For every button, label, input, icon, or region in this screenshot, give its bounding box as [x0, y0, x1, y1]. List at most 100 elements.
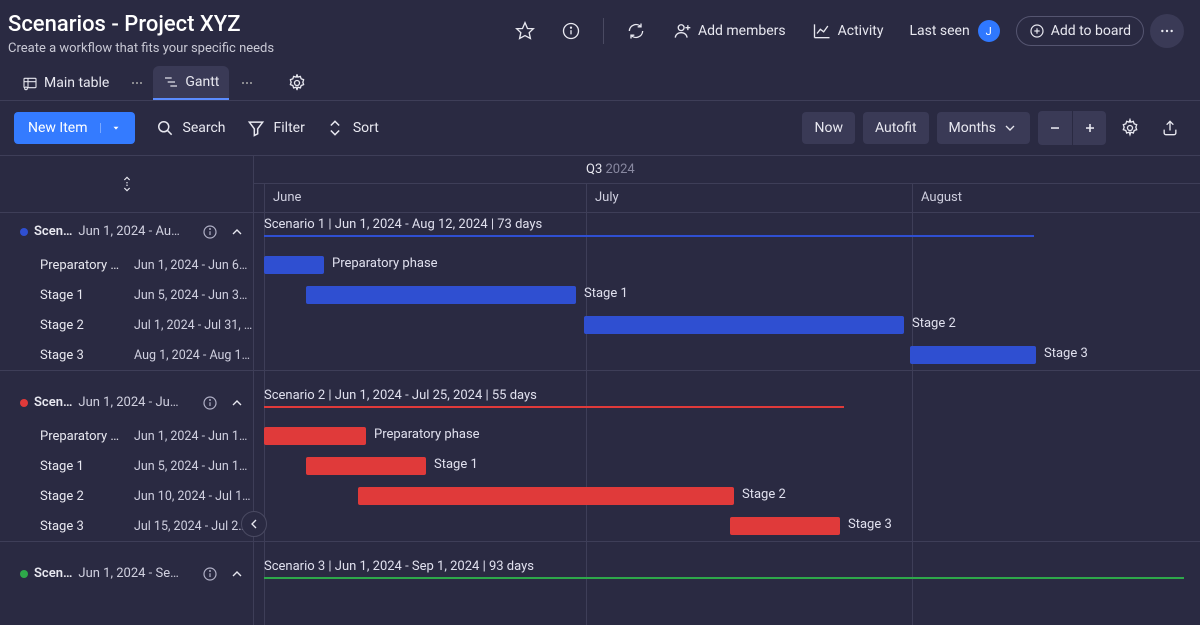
last-seen[interactable]: Last seen J — [899, 14, 1009, 48]
group-name: Scen… — [34, 566, 72, 581]
toolbar: New Item Search Filter Sort Now Autofit … — [0, 101, 1200, 155]
refresh-button[interactable] — [616, 15, 656, 47]
search-icon — [155, 118, 175, 138]
tab-gantt-menu[interactable] — [235, 71, 259, 95]
task-row[interactable]: Stage 2 Jun 10, 2024 - Jul 15, 2024 — [0, 481, 253, 511]
table-icon — [22, 75, 38, 91]
group-header[interactable]: Scen… Jun 1, 2024 - Ju… — [0, 384, 253, 421]
header-left: Scenarios - Project XYZ Create a workflo… — [8, 12, 505, 56]
info-icon[interactable] — [201, 223, 219, 241]
sort-label: Sort — [353, 120, 379, 136]
new-item-dropdown[interactable] — [100, 123, 121, 133]
info-button[interactable] — [551, 15, 591, 47]
task-name: Stage 1 — [40, 288, 124, 303]
quarter-label: Q3 2024 — [586, 162, 635, 177]
zoom-out-button[interactable] — [1038, 111, 1072, 145]
task-dates: Jun 1, 2024 - Jun 1… — [134, 429, 253, 444]
task-bar-row: Stage 1 — [254, 280, 1200, 310]
gantt-bar[interactable] — [584, 316, 904, 334]
gantt-view: Scen… Jun 1, 2024 - Au… Preparatory p… J… — [0, 155, 1200, 625]
tab-main-table-menu[interactable] — [125, 71, 149, 95]
group-color-dot — [20, 228, 28, 236]
gantt-bar[interactable] — [730, 517, 840, 535]
task-row[interactable]: Preparatory … Jun 1, 2024 - Jun 1… — [0, 421, 253, 451]
task-bar-row: Stage 1 — [254, 451, 1200, 481]
upload-icon — [1160, 118, 1180, 138]
last-seen-label: Last seen — [909, 23, 969, 39]
chevron-up-icon[interactable] — [229, 395, 245, 411]
sort-button[interactable]: Sort — [325, 118, 379, 138]
gantt-bar[interactable] — [264, 256, 324, 274]
task-dates: Jul 1, 2024 - Jul 31, 2024 — [134, 318, 253, 333]
group-name: Scen… — [34, 395, 72, 410]
gantt-bar-label: Stage 1 — [434, 457, 478, 472]
view-settings-button[interactable] — [281, 67, 313, 99]
gantt-bar[interactable] — [910, 346, 1036, 364]
scenario-span-line — [264, 235, 1034, 237]
tab-main-table-label: Main table — [44, 75, 109, 91]
timescale-dropdown[interactable]: Months — [937, 112, 1030, 144]
task-row[interactable]: Stage 2 Jul 1, 2024 - Jul 31, 2024 — [0, 310, 253, 340]
collapse-left-panel-button[interactable] — [241, 511, 267, 537]
group-header[interactable]: Scen… Jun 1, 2024 - Au… — [0, 213, 253, 250]
header-right: Add members Activity Last seen J Add to … — [505, 14, 1184, 48]
task-row[interactable]: Stage 1 Jun 5, 2024 - Jun 16, 2024 — [0, 451, 253, 481]
task-row[interactable]: Stage 3 Aug 1, 2024 - Aug 12, 2024 — [0, 340, 253, 370]
autofit-button[interactable]: Autofit — [863, 112, 929, 144]
task-row[interactable]: Stage 3 Jul 15, 2024 - Jul 25, 2024 — [0, 511, 253, 541]
group-name: Scen… — [34, 224, 72, 239]
chevron-down-icon — [1002, 120, 1018, 136]
gear-icon — [287, 73, 307, 93]
gantt-bar[interactable] — [264, 427, 366, 445]
task-dates: Jun 5, 2024 - Jun 30, 2024 — [134, 288, 253, 303]
page-title: Scenarios - Project XYZ — [8, 12, 505, 37]
expand-collapse-icon[interactable] — [119, 174, 135, 194]
plus-icon — [1082, 120, 1098, 136]
gantt-bar[interactable] — [358, 487, 734, 505]
sort-icon — [325, 118, 345, 138]
filter-button[interactable]: Filter — [246, 118, 305, 138]
task-name: Preparatory p… — [40, 258, 124, 273]
more-horizontal-icon — [239, 75, 255, 91]
scenario-summary-row: Scenario 2 | Jun 1, 2024 - Jul 25, 2024 … — [254, 384, 1200, 421]
chevron-up-icon[interactable] — [229, 566, 245, 582]
gantt-left-body: Scen… Jun 1, 2024 - Au… Preparatory p… J… — [0, 213, 253, 592]
zoom-group — [1038, 111, 1106, 145]
gantt-right-panel[interactable]: Q3 2024 JuneJulyAugust Scenario 1 | Jun … — [254, 156, 1200, 625]
search-button[interactable]: Search — [155, 118, 226, 138]
group-date-range: Jun 1, 2024 - Au… — [78, 224, 179, 239]
new-item-button[interactable]: New Item — [14, 112, 135, 144]
gantt-bar[interactable] — [306, 286, 576, 304]
export-button[interactable] — [1154, 112, 1186, 144]
group-header[interactable]: Scen… Jun 1, 2024 - Se… — [0, 555, 253, 592]
info-icon — [561, 21, 581, 41]
activity-button[interactable]: Activity — [802, 15, 894, 47]
timescale-label: Months — [949, 120, 996, 136]
info-icon[interactable] — [201, 394, 219, 412]
task-row[interactable]: Preparatory p… Jun 1, 2024 - Jun 6… — [0, 250, 253, 280]
now-button[interactable]: Now — [802, 112, 855, 144]
tab-main-table[interactable]: Main table — [12, 67, 119, 99]
add-to-board-button[interactable]: Add to board — [1016, 16, 1144, 46]
more-horizontal-icon — [129, 75, 145, 91]
add-members-button[interactable]: Add members — [662, 15, 796, 47]
task-bar-row: Stage 3 — [254, 340, 1200, 370]
gantt-bar[interactable] — [306, 457, 426, 475]
gantt-bar-label: Stage 3 — [848, 517, 892, 532]
zoom-in-button[interactable] — [1072, 111, 1106, 145]
caret-down-icon — [111, 123, 121, 133]
plus-circle-icon — [1029, 23, 1045, 39]
tab-gantt[interactable]: Gantt — [153, 66, 229, 100]
task-bar-row: Preparatory phase — [254, 421, 1200, 451]
quarter-text: Q3 — [586, 162, 602, 177]
chevron-up-icon[interactable] — [229, 224, 245, 240]
chevron-left-icon — [246, 516, 262, 532]
task-row[interactable]: Stage 1 Jun 5, 2024 - Jun 30, 2024 — [0, 280, 253, 310]
search-label: Search — [183, 120, 226, 136]
more-button[interactable] — [1150, 14, 1184, 48]
avatar: J — [978, 20, 1000, 42]
info-icon[interactable] — [201, 565, 219, 583]
app-root: Scenarios - Project XYZ Create a workflo… — [0, 0, 1200, 625]
favorite-button[interactable] — [505, 15, 545, 47]
gantt-settings-button[interactable] — [1114, 112, 1146, 144]
